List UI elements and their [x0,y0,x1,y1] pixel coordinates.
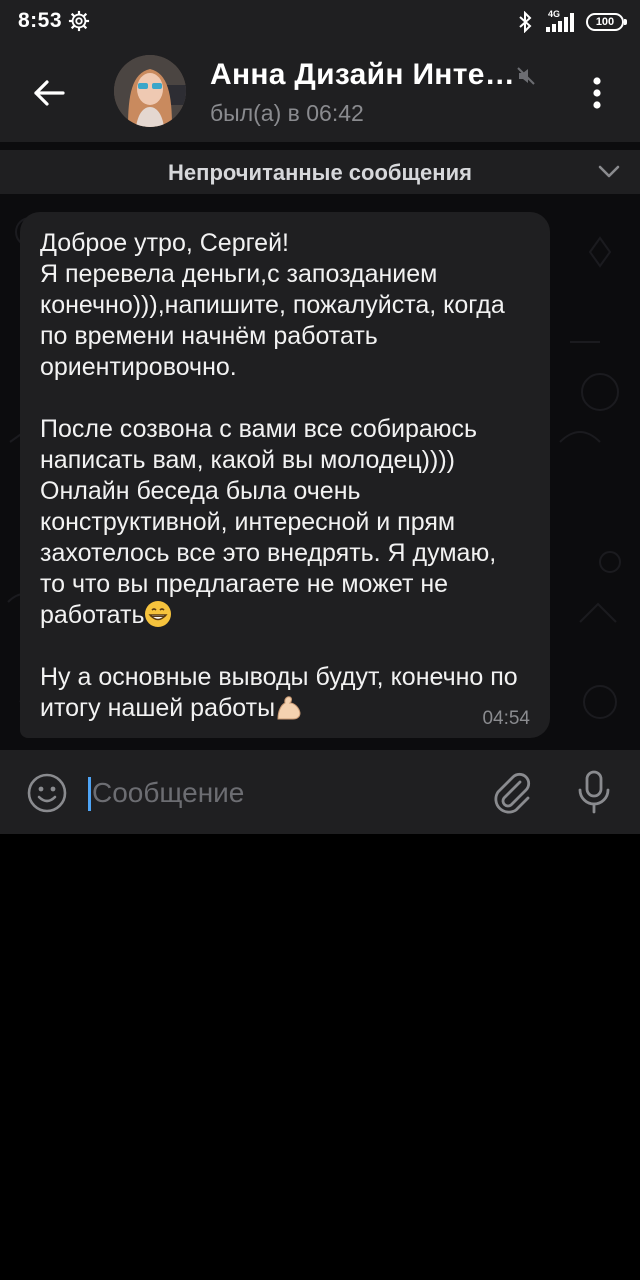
empty-keyboard-area [0,834,640,1280]
paperclip-icon[interactable] [490,770,534,814]
avatar[interactable] [114,55,186,127]
more-menu-button[interactable] [580,70,614,116]
battery-icon: 100 [586,13,627,31]
last-seen: был(а) в 06:42 [210,100,364,126]
message-composer [0,750,640,834]
chat-area[interactable]: Непрочитанные сообщения Доброе утро, Сер… [0,142,640,750]
settings-notification-icon [68,10,90,32]
message-input[interactable] [88,772,468,814]
back-button[interactable] [26,70,72,116]
message-paragraph-3: Ну а основные выводы будут, конечно по и… [40,662,528,724]
message-time: 04:54 [482,708,530,729]
status-bar: 8:53 4G 100 [0,0,640,44]
text-cursor [88,777,91,811]
chat-header: Анна Дизайн Инте… был(а) в 06:42 [0,44,640,142]
chevron-down-icon[interactable] [598,164,620,180]
avatar-photo [114,55,186,127]
grinning-face-emoji [145,601,172,627]
flexed-biceps-emoji [277,696,301,720]
battery-level: 100 [595,15,615,28]
arrow-left-icon [34,80,65,106]
muted-icon [517,67,535,85]
message-text: Доброе утро, Сергей! Я перевела деньги,с … [40,228,528,724]
more-vertical-icon [593,77,601,109]
message-feedback: После созвона с вами все собираюсь напис… [40,415,497,629]
bluetooth-icon [519,11,532,33]
network-type: 4G [548,9,561,19]
signal-icon: 4G [542,9,576,33]
message-paragraph-1: Доброе утро, Сергей! Я перевела деньги,с … [40,228,528,383]
status-icons: 4G 100 [518,8,627,36]
microphone-icon[interactable] [574,768,614,816]
message-paragraph-2: После созвона с вами все собираюсь напис… [40,414,528,631]
chat-title[interactable]: Анна Дизайн Инте… [210,58,515,92]
message-bubble[interactable]: Доброе утро, Сергей! Я перевела деньги,с … [20,212,550,738]
message-greeting: Доброе утро, Сергей! [40,229,289,257]
status-time: 8:53 [18,9,63,32]
app-screen: 8:53 4G 100 Анна Дизайн Инте… был(а) в 0… [0,0,640,1280]
message-payment-note: Я перевела деньги,с запозданием конечно)… [40,260,505,381]
smile-icon[interactable] [26,772,68,814]
unread-messages-banner: Непрочитанные сообщения [0,150,640,194]
unread-label: Непрочитанные сообщения [168,160,472,185]
